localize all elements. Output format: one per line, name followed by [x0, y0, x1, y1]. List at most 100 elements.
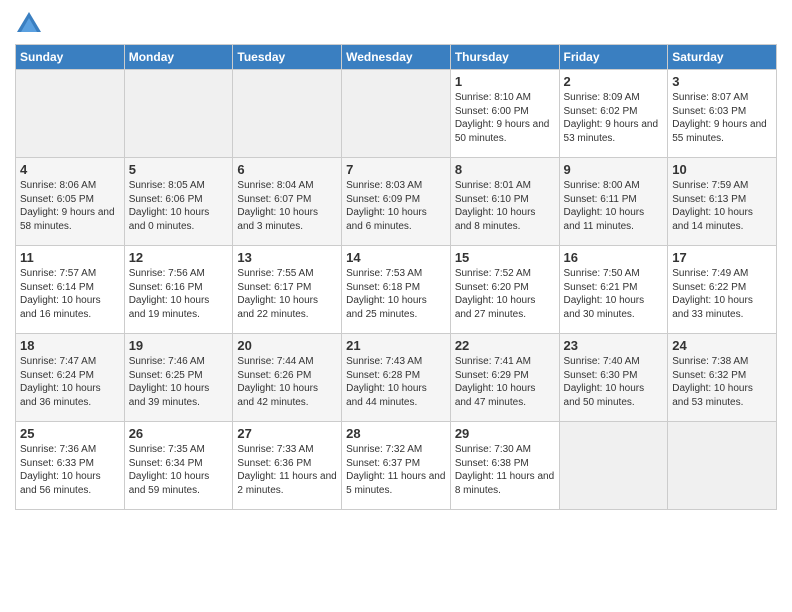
day-info: Sunrise: 7:43 AM Sunset: 6:28 PM Dayligh…: [346, 355, 446, 409]
calendar-cell: 10 Sunrise: 7:59 AM Sunset: 6:13 PM Dayli…: [668, 158, 777, 246]
header-tuesday: Tuesday: [233, 45, 342, 70]
calendar-cell: 27 Sunrise: 7:33 AM Sunset: 6:36 PM Dayli…: [233, 422, 342, 510]
day-info: Sunrise: 7:33 AM Sunset: 6:36 PM Dayligh…: [237, 443, 337, 497]
calendar-cell: 21 Sunrise: 7:43 AM Sunset: 6:28 PM Dayli…: [342, 334, 451, 422]
calendar-cell: 4 Sunrise: 8:06 AM Sunset: 6:05 PM Daylig…: [16, 158, 125, 246]
day-info: Sunrise: 7:38 AM Sunset: 6:32 PM Dayligh…: [672, 355, 772, 409]
calendar-cell: [233, 70, 342, 158]
day-info: Sunrise: 8:10 AM Sunset: 6:00 PM Dayligh…: [455, 91, 555, 145]
day-number: 23: [564, 338, 664, 353]
day-info: Sunrise: 7:50 AM Sunset: 6:21 PM Dayligh…: [564, 267, 664, 321]
day-number: 25: [20, 426, 120, 441]
day-info: Sunrise: 7:59 AM Sunset: 6:13 PM Dayligh…: [672, 179, 772, 233]
day-info: Sunrise: 7:55 AM Sunset: 6:17 PM Dayligh…: [237, 267, 337, 321]
day-info: Sunrise: 7:57 AM Sunset: 6:14 PM Dayligh…: [20, 267, 120, 321]
day-number: 17: [672, 250, 772, 265]
day-number: 24: [672, 338, 772, 353]
day-number: 7: [346, 162, 446, 177]
day-info: Sunrise: 7:41 AM Sunset: 6:29 PM Dayligh…: [455, 355, 555, 409]
day-info: Sunrise: 8:06 AM Sunset: 6:05 PM Dayligh…: [20, 179, 120, 233]
header-monday: Monday: [124, 45, 233, 70]
calendar-table: SundayMondayTuesdayWednesdayThursdayFrid…: [15, 44, 777, 510]
day-number: 26: [129, 426, 229, 441]
day-number: 13: [237, 250, 337, 265]
day-number: 3: [672, 74, 772, 89]
day-number: 16: [564, 250, 664, 265]
day-info: Sunrise: 7:49 AM Sunset: 6:22 PM Dayligh…: [672, 267, 772, 321]
day-info: Sunrise: 7:52 AM Sunset: 6:20 PM Dayligh…: [455, 267, 555, 321]
header-friday: Friday: [559, 45, 668, 70]
day-info: Sunrise: 7:56 AM Sunset: 6:16 PM Dayligh…: [129, 267, 229, 321]
calendar-cell: 9 Sunrise: 8:00 AM Sunset: 6:11 PM Daylig…: [559, 158, 668, 246]
calendar-cell: 19Sunrise: 7:46 AM Sunset: 6:25 PM Dayli…: [124, 334, 233, 422]
logo-icon: [15, 10, 43, 38]
day-info: Sunrise: 7:36 AM Sunset: 6:33 PM Dayligh…: [20, 443, 120, 497]
day-number: 22: [455, 338, 555, 353]
day-info: Sunrise: 7:44 AM Sunset: 6:26 PM Dayligh…: [237, 355, 337, 409]
day-info: Sunrise: 7:30 AM Sunset: 6:38 PM Dayligh…: [455, 443, 555, 497]
calendar-cell: 23 Sunrise: 7:40 AM Sunset: 6:30 PM Dayli…: [559, 334, 668, 422]
calendar-cell: 1Sunrise: 8:10 AM Sunset: 6:00 PM Daylig…: [450, 70, 559, 158]
calendar-cell: 24 Sunrise: 7:38 AM Sunset: 6:32 PM Dayli…: [668, 334, 777, 422]
day-info: Sunrise: 7:40 AM Sunset: 6:30 PM Dayligh…: [564, 355, 664, 409]
calendar-cell: 25 Sunrise: 7:36 AM Sunset: 6:33 PM Dayli…: [16, 422, 125, 510]
day-number: 28: [346, 426, 446, 441]
day-number: 9: [564, 162, 664, 177]
calendar-cell: [668, 422, 777, 510]
day-number: 6: [237, 162, 337, 177]
calendar-week-row: 18Sunrise: 7:47 AM Sunset: 6:24 PM Dayli…: [16, 334, 777, 422]
day-number: 21: [346, 338, 446, 353]
logo: [15, 10, 47, 38]
day-number: 8: [455, 162, 555, 177]
calendar-cell: 17 Sunrise: 7:49 AM Sunset: 6:22 PM Dayli…: [668, 246, 777, 334]
day-number: 15: [455, 250, 555, 265]
day-number: 27: [237, 426, 337, 441]
calendar-cell: 20 Sunrise: 7:44 AM Sunset: 6:26 PM Dayli…: [233, 334, 342, 422]
calendar-cell: 15 Sunrise: 7:52 AM Sunset: 6:20 PM Dayli…: [450, 246, 559, 334]
day-info: Sunrise: 8:09 AM Sunset: 6:02 PM Dayligh…: [564, 91, 664, 145]
day-info: Sunrise: 7:53 AM Sunset: 6:18 PM Dayligh…: [346, 267, 446, 321]
calendar-cell: 29 Sunrise: 7:30 AM Sunset: 6:38 PM Dayli…: [450, 422, 559, 510]
calendar-cell: 5 Sunrise: 8:05 AM Sunset: 6:06 PM Daylig…: [124, 158, 233, 246]
day-info: Sunrise: 7:47 AM Sunset: 6:24 PM Dayligh…: [20, 355, 120, 409]
header-saturday: Saturday: [668, 45, 777, 70]
calendar-week-row: 1Sunrise: 8:10 AM Sunset: 6:00 PM Daylig…: [16, 70, 777, 158]
day-number: 14: [346, 250, 446, 265]
day-number: 12: [129, 250, 229, 265]
day-number: 20: [237, 338, 337, 353]
calendar-cell: 2 Sunrise: 8:09 AM Sunset: 6:02 PM Daylig…: [559, 70, 668, 158]
day-number: 5: [129, 162, 229, 177]
calendar-cell: [559, 422, 668, 510]
calendar-cell: 14 Sunrise: 7:53 AM Sunset: 6:18 PM Dayli…: [342, 246, 451, 334]
calendar-cell: 11 Sunrise: 7:57 AM Sunset: 6:14 PM Dayli…: [16, 246, 125, 334]
day-info: Sunrise: 8:05 AM Sunset: 6:06 PM Dayligh…: [129, 179, 229, 233]
day-info: Sunrise: 7:35 AM Sunset: 6:34 PM Dayligh…: [129, 443, 229, 497]
calendar-cell: [342, 70, 451, 158]
day-info: Sunrise: 8:00 AM Sunset: 6:11 PM Dayligh…: [564, 179, 664, 233]
calendar-cell: 3 Sunrise: 8:07 AM Sunset: 6:03 PM Daylig…: [668, 70, 777, 158]
day-number: 11: [20, 250, 120, 265]
calendar-cell: 16 Sunrise: 7:50 AM Sunset: 6:21 PM Dayli…: [559, 246, 668, 334]
day-number: 10: [672, 162, 772, 177]
calendar-cell: 8 Sunrise: 8:01 AM Sunset: 6:10 PM Daylig…: [450, 158, 559, 246]
day-number: 2: [564, 74, 664, 89]
calendar-cell: 26 Sunrise: 7:35 AM Sunset: 6:34 PM Dayli…: [124, 422, 233, 510]
calendar-cell: [124, 70, 233, 158]
calendar-week-row: 4 Sunrise: 8:06 AM Sunset: 6:05 PM Daylig…: [16, 158, 777, 246]
day-info: Sunrise: 8:01 AM Sunset: 6:10 PM Dayligh…: [455, 179, 555, 233]
day-info: Sunrise: 8:07 AM Sunset: 6:03 PM Dayligh…: [672, 91, 772, 145]
day-info: Sunrise: 7:32 AM Sunset: 6:37 PM Dayligh…: [346, 443, 446, 497]
header-thursday: Thursday: [450, 45, 559, 70]
page-header: [15, 10, 777, 38]
day-number: 4: [20, 162, 120, 177]
calendar-cell: 7Sunrise: 8:03 AM Sunset: 6:09 PM Daylig…: [342, 158, 451, 246]
calendar-cell: 28 Sunrise: 7:32 AM Sunset: 6:37 PM Dayli…: [342, 422, 451, 510]
calendar-cell: 18Sunrise: 7:47 AM Sunset: 6:24 PM Dayli…: [16, 334, 125, 422]
header-wednesday: Wednesday: [342, 45, 451, 70]
calendar-week-row: 11 Sunrise: 7:57 AM Sunset: 6:14 PM Dayli…: [16, 246, 777, 334]
day-number: 29: [455, 426, 555, 441]
day-number: 19: [129, 338, 229, 353]
calendar-cell: 6Sunrise: 8:04 AM Sunset: 6:07 PM Daylig…: [233, 158, 342, 246]
header-sunday: Sunday: [16, 45, 125, 70]
calendar-header-row: SundayMondayTuesdayWednesdayThursdayFrid…: [16, 45, 777, 70]
